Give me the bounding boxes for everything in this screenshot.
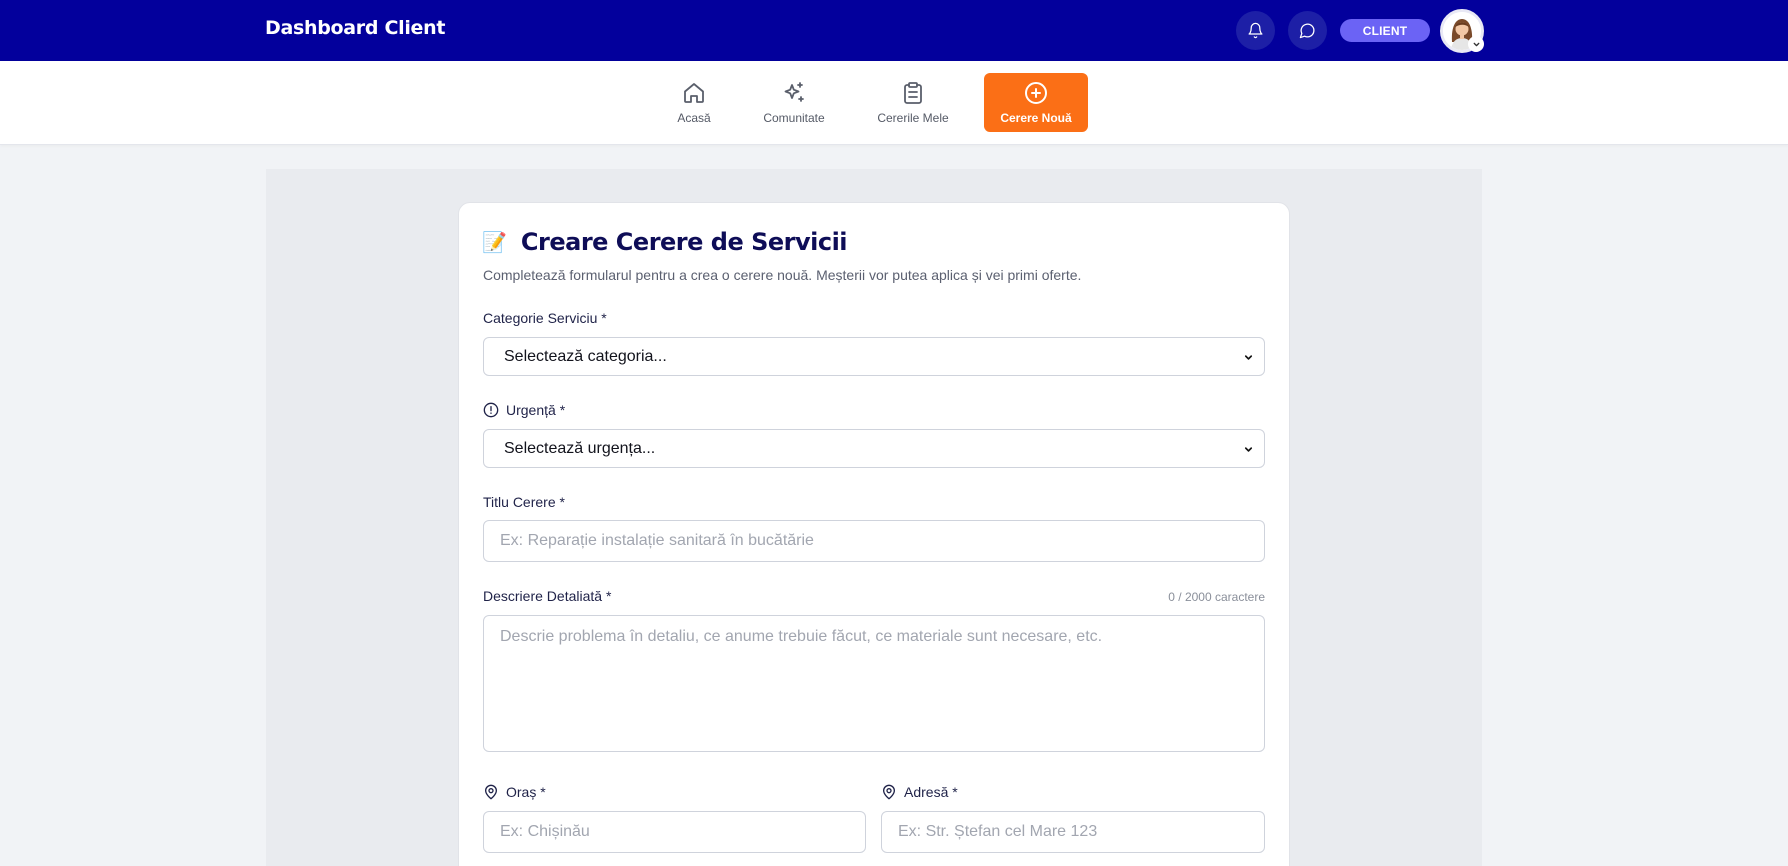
alert-circle-icon — [483, 402, 499, 418]
request-title-label: Titlu Cerere * — [483, 494, 565, 510]
nav-item-label: Cerere Nouă — [1000, 111, 1072, 125]
request-title-placeholder: Ex: Reparație instalație sanitară în buc… — [500, 532, 814, 549]
bell-icon — [1248, 22, 1263, 39]
role-badge: CLIENT — [1340, 19, 1430, 42]
form-header: 📝 Creare Cerere de Servicii — [482, 228, 848, 256]
plus-circle-icon — [1025, 82, 1047, 104]
category-select[interactable]: Selectează categoria... — [483, 337, 1265, 376]
chevron-down-icon — [1244, 355, 1253, 360]
home-icon — [684, 83, 704, 103]
memo-emoji-icon: 📝 — [482, 230, 507, 254]
urgency-label: Urgență * — [483, 402, 565, 418]
request-title-input[interactable]: Ex: Reparație instalație sanitară în buc… — [483, 520, 1265, 562]
nav-item-my-requests[interactable]: Cererile Mele — [866, 73, 960, 132]
chevron-down-icon — [1473, 42, 1479, 46]
map-pin-icon — [881, 784, 897, 800]
messages-button[interactable] — [1288, 11, 1327, 50]
city-label: Oraș * — [483, 784, 546, 800]
category-label: Categorie Serviciu * — [483, 310, 607, 326]
address-input[interactable]: Ex: Str. Ștefan cel Mare 123 — [881, 811, 1265, 853]
sparkles-icon — [784, 82, 804, 102]
nav-item-community[interactable]: Comunitate — [752, 73, 836, 132]
nav-item-label: Cererile Mele — [877, 111, 949, 125]
category-select-value: Selectează categoria... — [504, 347, 667, 365]
nav-item-home[interactable]: Acasă — [664, 73, 724, 132]
clipboard-icon — [904, 82, 922, 104]
character-counter: 0 / 2000 caractere — [1168, 590, 1265, 604]
top-bar: Dashboard Client CLIENT — [0, 0, 1788, 61]
city-label-text: Oraș * — [506, 784, 546, 800]
brand-title[interactable]: Dashboard Client — [265, 17, 445, 39]
page-title: Creare Cerere de Servicii — [520, 228, 848, 256]
category-label-text: Categorie Serviciu * — [483, 310, 607, 326]
form-subtitle: Completează formularul pentru a crea o c… — [483, 267, 1082, 283]
description-label-text: Descriere Detaliată * — [483, 588, 612, 604]
urgency-select-value: Selectează urgența... — [504, 439, 656, 457]
nav-item-label: Acasă — [677, 111, 711, 125]
nav-item-new-request[interactable]: Cerere Nouă — [984, 73, 1088, 132]
description-placeholder: Descrie problema în detaliu, ce anume tr… — [500, 628, 1103, 645]
urgency-label-text: Urgență * — [506, 402, 566, 418]
map-pin-icon — [483, 784, 499, 800]
city-input[interactable]: Ex: Chișinău — [483, 811, 866, 853]
main-nav: Acasă Comunitate Cererile Mele Cerere No… — [0, 61, 1788, 145]
notifications-button[interactable] — [1236, 11, 1275, 50]
description-textarea[interactable]: Descrie problema în detaliu, ce anume tr… — [483, 615, 1265, 752]
request-title-label-text: Titlu Cerere * — [483, 494, 565, 510]
city-placeholder: Ex: Chișinău — [500, 823, 590, 840]
chat-icon — [1299, 23, 1315, 39]
chevron-down-icon — [1244, 447, 1253, 452]
description-label: Descriere Detaliată * — [483, 588, 611, 604]
avatar-menu-toggle[interactable] — [1468, 36, 1484, 52]
address-placeholder: Ex: Str. Ștefan cel Mare 123 — [898, 823, 1098, 840]
address-label-text: Adresă * — [904, 784, 958, 800]
request-form-card: 📝 Creare Cerere de Servicii Completează … — [458, 202, 1290, 866]
address-label: Adresă * — [881, 784, 958, 800]
urgency-select[interactable]: Selectează urgența... — [483, 429, 1265, 468]
nav-item-label: Comunitate — [763, 111, 825, 125]
